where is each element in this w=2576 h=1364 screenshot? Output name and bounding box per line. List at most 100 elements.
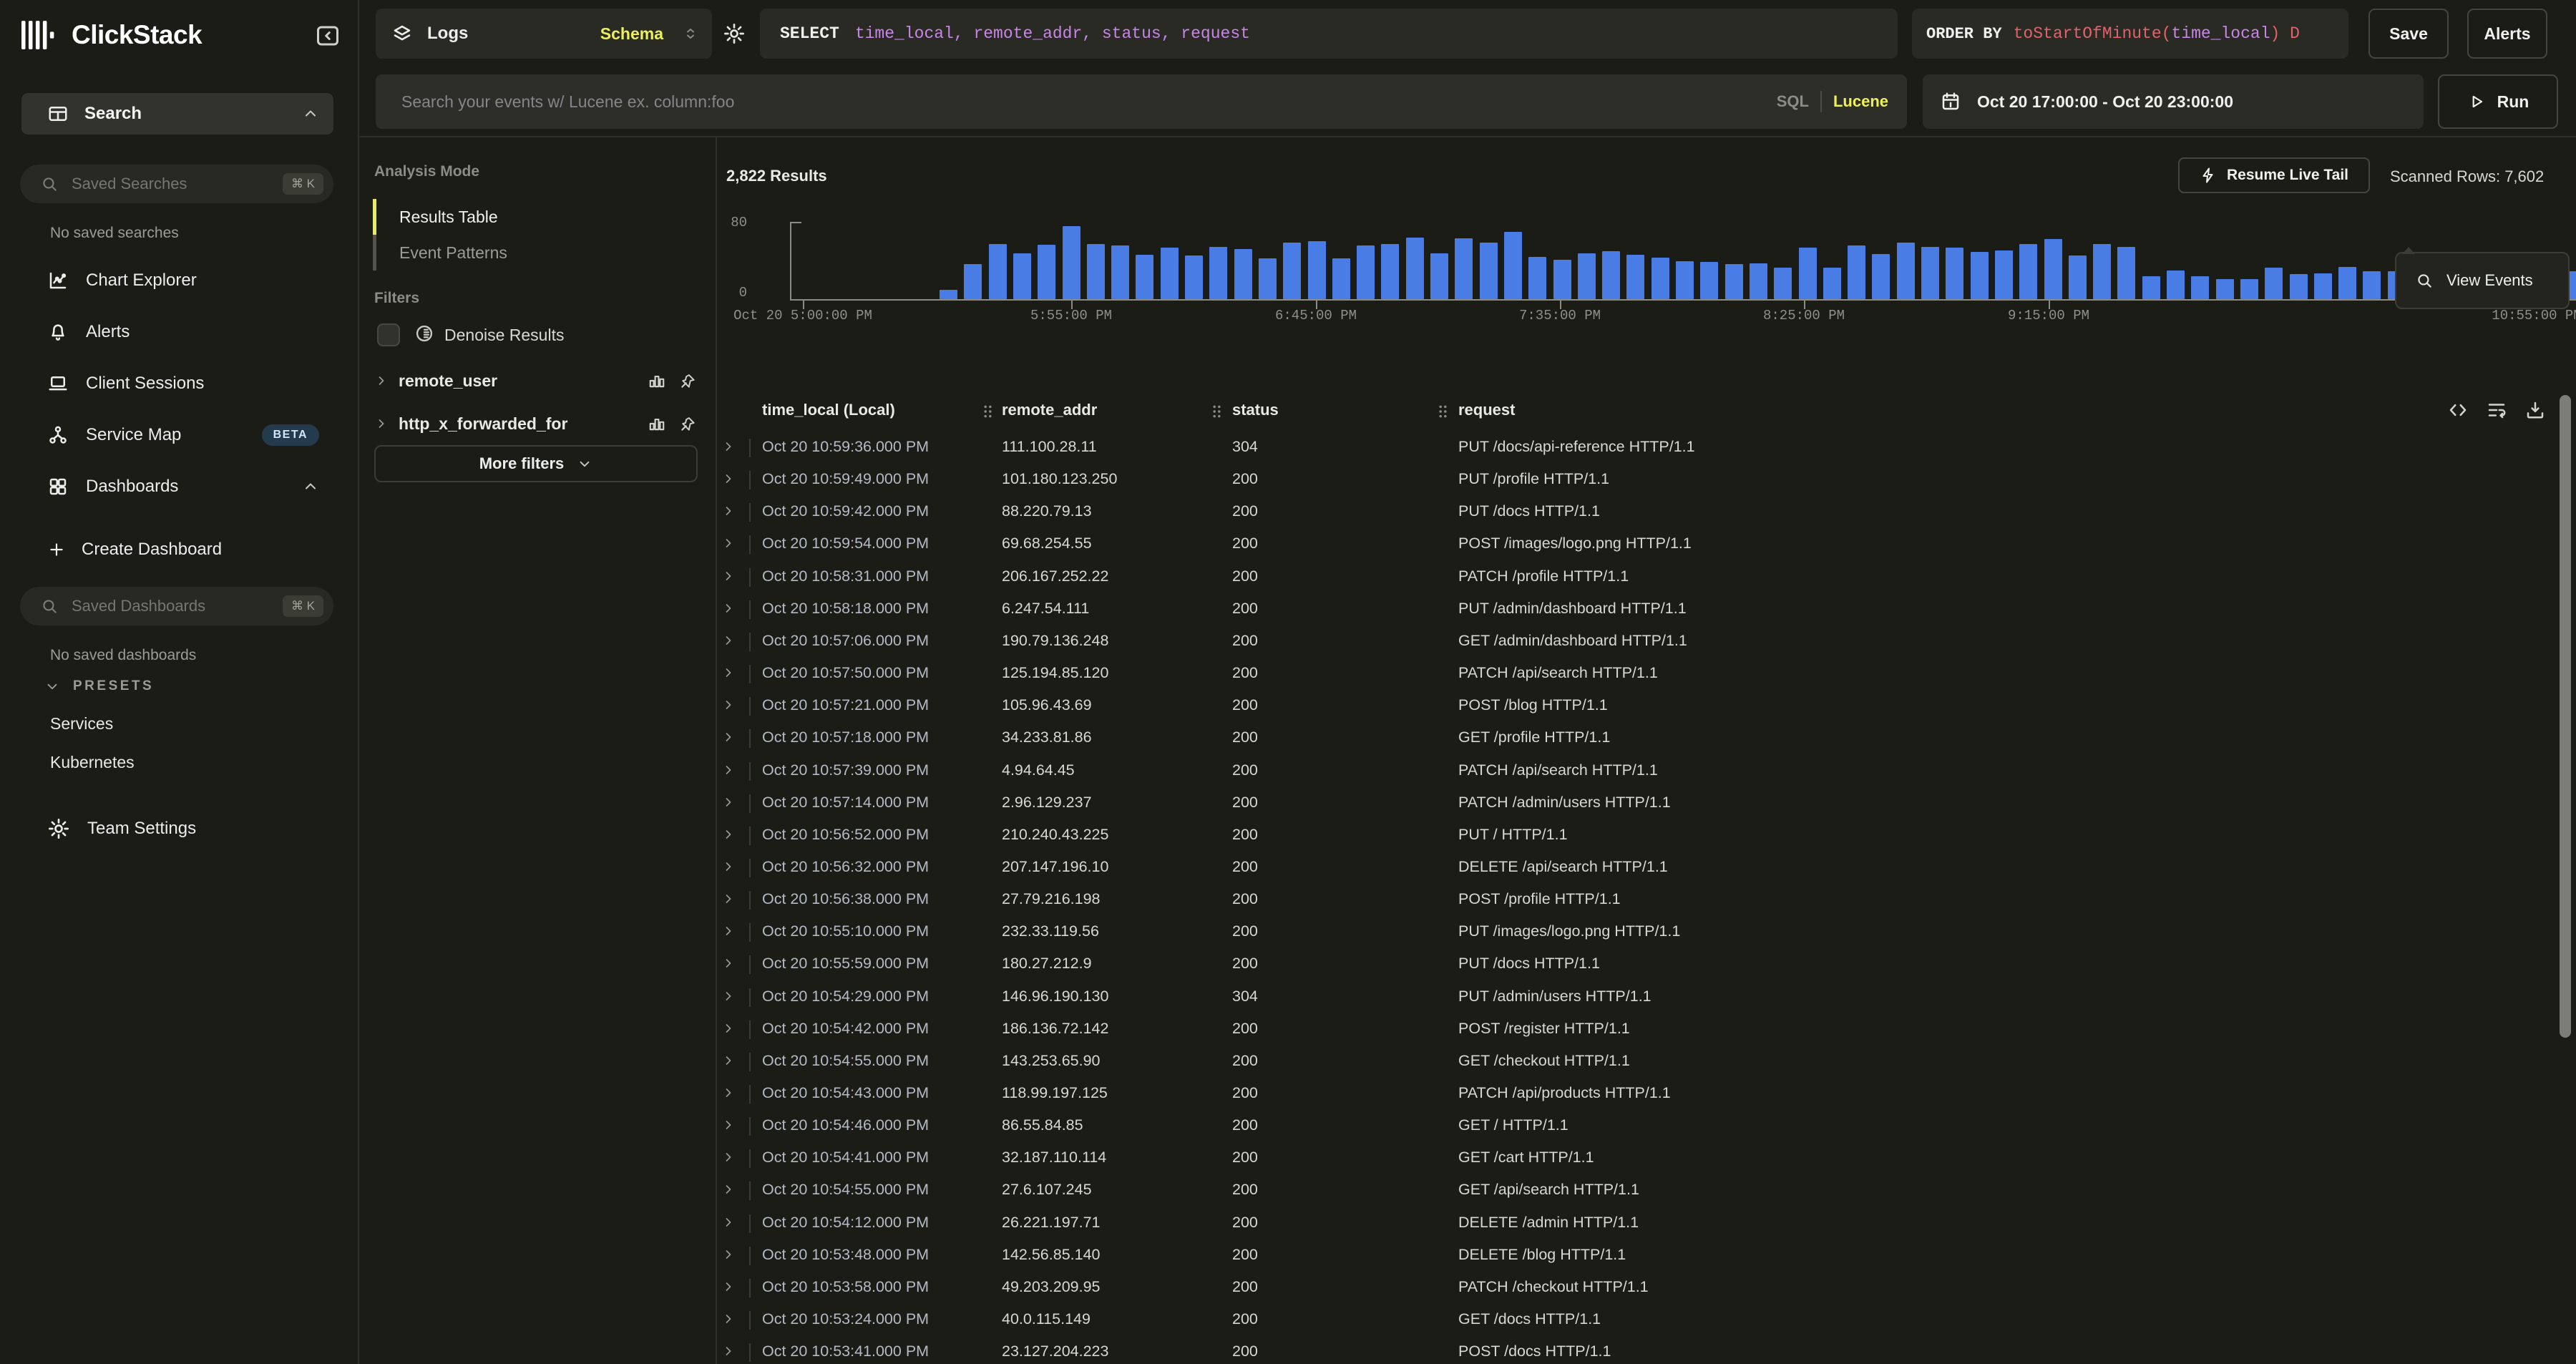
row-expand-chevron-icon[interactable]: [721, 1086, 736, 1100]
drag-handle-icon[interactable]: [1211, 404, 1223, 419]
table-row[interactable]: Oct 20 10:57:39.000 PM 4.94.64.45 200 PA…: [716, 755, 2576, 787]
table-row[interactable]: Oct 20 10:53:48.000 PM 142.56.85.140 200…: [716, 1239, 2576, 1272]
row-expand-chevron-icon[interactable]: [721, 989, 736, 1003]
row-expand-chevron-icon[interactable]: [721, 1215, 736, 1229]
column-chart-icon[interactable]: [648, 371, 666, 390]
run-button[interactable]: Run: [2438, 74, 2558, 129]
row-expand-chevron-icon[interactable]: [721, 1312, 736, 1326]
table-row[interactable]: Oct 20 10:53:24.000 PM 40.0.115.149 200 …: [716, 1304, 2576, 1336]
row-expand-chevron-icon[interactable]: [721, 1182, 736, 1197]
table-row[interactable]: Oct 20 10:59:54.000 PM 69.68.254.55 200 …: [716, 528, 2576, 560]
row-expand-chevron-icon[interactable]: [721, 439, 736, 454]
table-row[interactable]: Oct 20 10:56:52.000 PM 210.240.43.225 20…: [716, 819, 2576, 852]
mode-event-patterns[interactable]: Event Patterns: [399, 243, 507, 263]
row-expand-chevron-icon[interactable]: [721, 698, 736, 712]
row-expand-chevron-icon[interactable]: [721, 1118, 736, 1132]
create-dashboard-button[interactable]: Create Dashboard: [21, 530, 333, 570]
presets-toggle[interactable]: PRESETS: [44, 678, 154, 694]
row-expand-chevron-icon[interactable]: [721, 1247, 736, 1262]
drag-handle-icon[interactable]: [982, 404, 994, 419]
code-view-icon[interactable]: [2447, 399, 2469, 421]
sidebar-item-alerts[interactable]: Alerts: [21, 309, 333, 355]
save-button[interactable]: Save: [2368, 9, 2449, 59]
column-chart-icon[interactable]: [648, 414, 666, 433]
row-expand-chevron-icon[interactable]: [721, 1344, 736, 1358]
sidebar-item-service-map[interactable]: Service MapBETA: [21, 412, 333, 458]
sidebar-item-search[interactable]: Search: [21, 93, 333, 135]
chevron-right-icon[interactable]: [374, 416, 389, 431]
row-expand-chevron-icon[interactable]: [721, 569, 736, 583]
preset-item-services[interactable]: Services: [50, 714, 113, 734]
sidebar-item-client-sessions[interactable]: Client Sessions: [21, 361, 333, 406]
drag-handle-icon[interactable]: [1437, 404, 1449, 419]
vertical-scrollbar[interactable]: [2560, 395, 2571, 1038]
search-input[interactable]: [400, 92, 1777, 112]
row-expand-chevron-icon[interactable]: [721, 827, 736, 842]
table-row[interactable]: Oct 20 10:57:18.000 PM 34.233.81.86 200 …: [716, 722, 2576, 754]
table-row[interactable]: Oct 20 10:54:43.000 PM 118.99.197.125 20…: [716, 1078, 2576, 1110]
table-row[interactable]: Oct 20 10:58:31.000 PM 206.167.252.22 20…: [716, 561, 2576, 593]
row-expand-chevron-icon[interactable]: [721, 892, 736, 906]
row-expand-chevron-icon[interactable]: [721, 730, 736, 744]
source-settings-gear-icon[interactable]: [717, 17, 751, 50]
row-expand-chevron-icon[interactable]: [721, 859, 736, 874]
table-row[interactable]: Oct 20 10:55:10.000 PM 232.33.119.56 200…: [716, 916, 2576, 948]
table-row[interactable]: Oct 20 10:55:59.000 PM 180.27.212.9 200 …: [716, 948, 2576, 980]
saved-searches-field[interactable]: [70, 174, 271, 194]
column-header-time-local[interactable]: time_local (Local): [762, 401, 895, 419]
source-selector[interactable]: Logs Schema: [376, 9, 712, 59]
row-expand-chevron-icon[interactable]: [721, 504, 736, 518]
table-row[interactable]: Oct 20 10:57:50.000 PM 125.194.85.120 20…: [716, 658, 2576, 690]
wrap-text-icon[interactable]: [2486, 399, 2507, 421]
view-events-popup[interactable]: View Events: [2395, 252, 2570, 309]
row-expand-chevron-icon[interactable]: [721, 924, 736, 938]
table-row[interactable]: Oct 20 10:54:41.000 PM 32.187.110.114 20…: [716, 1142, 2576, 1174]
download-icon[interactable]: [2524, 399, 2546, 421]
schema-label[interactable]: Schema: [600, 24, 663, 44]
denoise-checkbox[interactable]: [377, 323, 400, 346]
event-search-bar[interactable]: SQL Lucene: [376, 74, 1907, 129]
lucene-toggle[interactable]: Lucene: [1833, 92, 1888, 111]
table-row[interactable]: Oct 20 10:57:06.000 PM 190.79.136.248 20…: [716, 625, 2576, 658]
table-row[interactable]: Oct 20 10:54:12.000 PM 26.221.197.71 200…: [716, 1207, 2576, 1239]
table-row[interactable]: Oct 20 10:54:46.000 PM 86.55.84.85 200 G…: [716, 1110, 2576, 1142]
row-expand-chevron-icon[interactable]: [721, 956, 736, 970]
filter-field-http-x-forwarded-for[interactable]: http_x_forwarded_for: [374, 406, 698, 441]
sidebar-item-dashboards[interactable]: Dashboards: [21, 464, 333, 510]
row-expand-chevron-icon[interactable]: [721, 633, 736, 648]
date-range-picker[interactable]: Oct 20 17:00:00 - Oct 20 23:00:00: [1923, 74, 2424, 129]
table-row[interactable]: Oct 20 10:59:49.000 PM 101.180.123.250 2…: [716, 464, 2576, 496]
row-expand-chevron-icon[interactable]: [721, 1150, 736, 1164]
row-expand-chevron-icon[interactable]: [721, 536, 736, 550]
table-row[interactable]: Oct 20 10:59:42.000 PM 88.220.79.13 200 …: [716, 496, 2576, 528]
table-row[interactable]: Oct 20 10:53:58.000 PM 49.203.209.95 200…: [716, 1272, 2576, 1304]
row-expand-chevron-icon[interactable]: [721, 1053, 736, 1068]
table-row[interactable]: Oct 20 10:58:18.000 PM 6.247.54.111 200 …: [716, 593, 2576, 625]
row-expand-chevron-icon[interactable]: [721, 1021, 736, 1036]
pin-icon[interactable]: [679, 414, 698, 433]
column-header-remote-addr[interactable]: remote_addr: [1002, 401, 1097, 419]
preset-item-kubernetes[interactable]: Kubernetes: [50, 753, 135, 772]
table-row[interactable]: Oct 20 10:56:38.000 PM 27.79.216.198 200…: [716, 884, 2576, 916]
table-row[interactable]: Oct 20 10:53:41.000 PM 23.127.204.223 20…: [716, 1336, 2576, 1364]
row-expand-chevron-icon[interactable]: [721, 472, 736, 486]
table-row[interactable]: Oct 20 10:57:21.000 PM 105.96.43.69 200 …: [716, 690, 2576, 722]
table-row[interactable]: Oct 20 10:54:55.000 PM 27.6.107.245 200 …: [716, 1174, 2576, 1207]
table-row[interactable]: Oct 20 10:54:29.000 PM 146.96.190.130 30…: [716, 981, 2576, 1013]
row-expand-chevron-icon[interactable]: [721, 795, 736, 809]
chevron-up-icon[interactable]: [302, 105, 319, 122]
saved-dashboards-input[interactable]: ⌘ K: [20, 587, 333, 625]
row-expand-chevron-icon[interactable]: [721, 763, 736, 777]
table-row[interactable]: Oct 20 10:57:14.000 PM 2.96.129.237 200 …: [716, 787, 2576, 819]
select-clause-input[interactable]: SELECT time_local, remote_addr, status, …: [760, 9, 1898, 59]
column-header-status[interactable]: status: [1232, 401, 1279, 419]
filter-field-remote-user[interactable]: remote_user: [374, 364, 698, 398]
row-expand-chevron-icon[interactable]: [721, 601, 736, 615]
sidebar-item-chart-explorer[interactable]: Chart Explorer: [21, 258, 333, 303]
resume-live-tail-button[interactable]: Resume Live Tail: [2178, 157, 2370, 193]
orderby-clause-input[interactable]: ORDER BY toStartOfMinute( time_local ) D: [1912, 9, 2348, 59]
table-row[interactable]: Oct 20 10:56:32.000 PM 207.147.196.10 20…: [716, 852, 2576, 884]
team-settings-button[interactable]: Team Settings: [21, 807, 333, 850]
table-row[interactable]: Oct 20 10:54:42.000 PM 186.136.72.142 20…: [716, 1013, 2576, 1046]
table-row[interactable]: Oct 20 10:54:55.000 PM 143.253.65.90 200…: [716, 1046, 2576, 1078]
